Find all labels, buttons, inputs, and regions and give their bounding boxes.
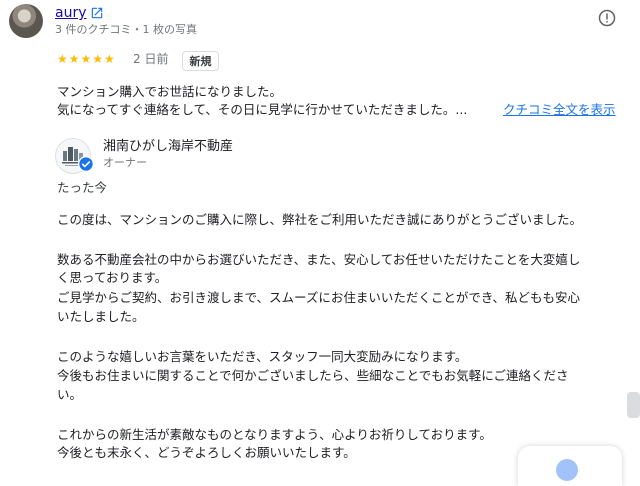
verified-badge-icon xyxy=(78,156,94,172)
report-icon[interactable] xyxy=(598,9,616,27)
read-full-review-link[interactable]: クチコミ全文を表示 xyxy=(503,102,616,118)
reply-line: これからの新生活が素敵なものとなりますよう、心よりお祈りしております。 xyxy=(57,427,492,442)
reply-line: い。 xyxy=(57,387,83,402)
reply-line: この度は、マンションのご購入に際し、弊社をご利用いただき誠にありがとうございまし… xyxy=(57,212,583,227)
reply-line: ご見学からご契約、お引き渡しまで、スムーズにお住まいいただくことができ、私どもも… xyxy=(57,290,581,305)
reply-line: く思っております。 xyxy=(57,270,168,285)
star-rating: ★★★★★ xyxy=(57,52,116,66)
new-badge: 新規 xyxy=(182,51,219,71)
reviewer-avatar[interactable] xyxy=(9,4,43,38)
reply-line: いたしました。 xyxy=(57,309,145,324)
reply-line: 今後とも末永く、どうぞよろしくお願いいたします。 xyxy=(57,445,356,460)
owner-name: 湘南ひがし海岸不動産 xyxy=(103,139,234,154)
reply-line: 数ある不動産会社の中からお選びいただき、また、安心してお任せいただけたことを大変… xyxy=(57,252,581,267)
reviewer-stats: 3 件のクチコミ・1 枚の写真 xyxy=(55,23,197,36)
review-text-line-1: マンション購入でお世話になりました。 xyxy=(57,84,283,99)
reviewer-name-link[interactable]: aury xyxy=(55,4,87,22)
owner-role: オーナー xyxy=(103,156,147,169)
scrollbar-thumb[interactable] xyxy=(627,392,640,418)
reply-line: 今後もお住まいに関することで何かございましたら、些細なことでもお気軽にご連絡くだ… xyxy=(57,368,569,383)
bottom-panel-icon[interactable] xyxy=(556,459,578,481)
reply-time: たった今 xyxy=(57,180,108,195)
review-text-line-2: 気になってすぐ連絡をして、その日に見学に行かせていただきました。... xyxy=(57,102,468,117)
reply-line: このような嬉しいお言葉をいただき、スタッフ一同大変励みになります。 xyxy=(57,349,468,364)
review-date: 2 日前 xyxy=(133,52,169,66)
external-link-icon[interactable] xyxy=(90,6,104,20)
